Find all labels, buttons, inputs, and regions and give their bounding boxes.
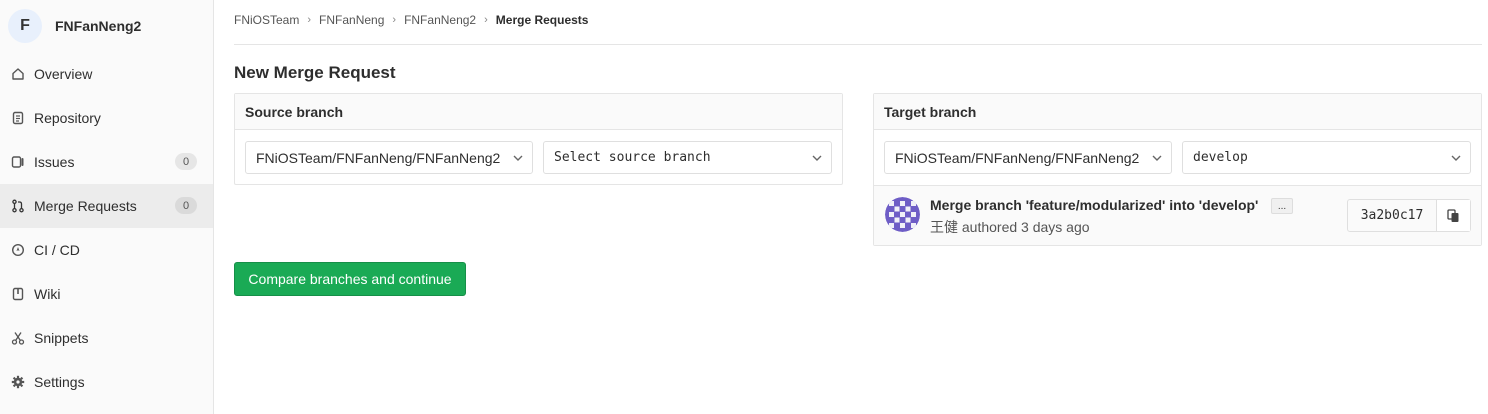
merge-request-icon	[11, 199, 25, 213]
sidebar-item-merge-requests[interactable]: Merge Requests 0	[0, 184, 213, 228]
doc-icon	[11, 111, 25, 125]
copy-sha-button[interactable]	[1437, 200, 1470, 231]
sidebar: F FNFanNeng2 Overview Repository Issues …	[0, 0, 214, 414]
sidebar-item-label: CI / CD	[34, 242, 80, 258]
sidebar-item-overview[interactable]: Overview	[0, 52, 213, 96]
chevron-down-icon	[1152, 155, 1162, 161]
last-commit: Merge branch 'feature/modularized' into …	[874, 185, 1481, 245]
target-branch-header: Target branch	[874, 94, 1481, 130]
chevron-down-icon	[812, 155, 822, 161]
target-branch-dropdown[interactable]: develop	[1182, 141, 1471, 174]
chevron-down-icon	[513, 155, 523, 161]
page-title: New Merge Request	[234, 63, 396, 82]
sidebar-item-label: Issues	[34, 154, 75, 170]
book-icon	[11, 287, 25, 301]
target-project-dropdown[interactable]: FNiOSTeam/FNFanNeng/FNFanNeng2	[884, 141, 1172, 174]
expand-description-button[interactable]: ...	[1271, 198, 1293, 214]
source-branch-dropdown[interactable]: Select source branch	[543, 141, 832, 174]
commit-title[interactable]: Merge branch 'feature/modularized' into …	[930, 197, 1258, 213]
gear-icon	[11, 375, 25, 389]
commit-sha[interactable]: 3a2b0c17	[1348, 200, 1437, 231]
sidebar-item-label: Settings	[34, 374, 85, 390]
sidebar-item-wiki[interactable]: Wiki	[0, 272, 213, 316]
chevron-right-icon: ›	[307, 14, 312, 26]
home-icon	[11, 67, 25, 81]
sidebar-item-repository[interactable]: Repository	[0, 96, 213, 140]
compare-branches-button[interactable]: Compare branches and continue	[234, 262, 466, 296]
source-branch-panel: Source branch FNiOSTeam/FNFanNeng/FNFanN…	[234, 93, 843, 185]
breadcrumb: FNiOSTeam › FNFanNeng › FNFanNeng2 › Mer…	[234, 0, 1482, 45]
sidebar-item-label: Snippets	[34, 330, 89, 346]
sidebar-item-ci-cd[interactable]: CI / CD	[0, 228, 213, 272]
commit-author-line: 王健 authored 3 days ago	[930, 219, 1090, 235]
main-content: FNiOSTeam › FNFanNeng › FNFanNeng2 › Mer…	[234, 0, 1482, 85]
sidebar-item-snippets[interactable]: Snippets	[0, 316, 213, 360]
rocket-icon	[11, 243, 25, 257]
sidebar-item-settings[interactable]: Settings	[0, 360, 213, 404]
source-branch-header: Source branch	[235, 94, 842, 130]
author-avatar[interactable]	[885, 197, 920, 232]
scissors-icon	[11, 331, 25, 345]
sidebar-item-label: Repository	[34, 110, 101, 126]
project-header[interactable]: F FNFanNeng2	[0, 0, 213, 52]
sidebar-item-issues[interactable]: Issues 0	[0, 140, 213, 184]
target-project-value: FNiOSTeam/FNFanNeng/FNFanNeng2	[895, 149, 1140, 166]
issues-count-badge: 0	[175, 153, 197, 170]
project-name[interactable]: FNFanNeng2	[55, 18, 141, 34]
breadcrumb-item[interactable]: FNFanNeng	[319, 13, 384, 27]
source-project-value: FNiOSTeam/FNFanNeng/FNFanNeng2	[256, 149, 501, 166]
breadcrumb-item[interactable]: FNiOSTeam	[234, 13, 299, 27]
chevron-right-icon: ›	[484, 14, 488, 26]
copy-icon	[1447, 208, 1459, 222]
issues-icon	[11, 155, 25, 169]
commit-sha-group: 3a2b0c17	[1347, 199, 1471, 232]
chevron-right-icon: ›	[392, 14, 397, 26]
sidebar-item-label: Overview	[34, 66, 93, 82]
sidebar-item-label: Merge Requests	[34, 198, 137, 214]
source-project-dropdown[interactable]: FNiOSTeam/FNFanNeng/FNFanNeng2	[245, 141, 533, 174]
chevron-down-icon	[1451, 155, 1461, 161]
project-avatar: F	[8, 9, 42, 43]
target-branch-panel: Target branch FNiOSTeam/FNFanNeng/FNFanN…	[873, 93, 1482, 246]
breadcrumb-current[interactable]: Merge Requests	[496, 13, 589, 27]
breadcrumb-item[interactable]: FNFanNeng2	[404, 13, 476, 27]
sidebar-item-label: Wiki	[34, 286, 61, 302]
source-branch-placeholder: Select source branch	[554, 150, 711, 165]
merge-requests-count-badge: 0	[175, 197, 197, 214]
target-branch-value: develop	[1193, 150, 1248, 165]
